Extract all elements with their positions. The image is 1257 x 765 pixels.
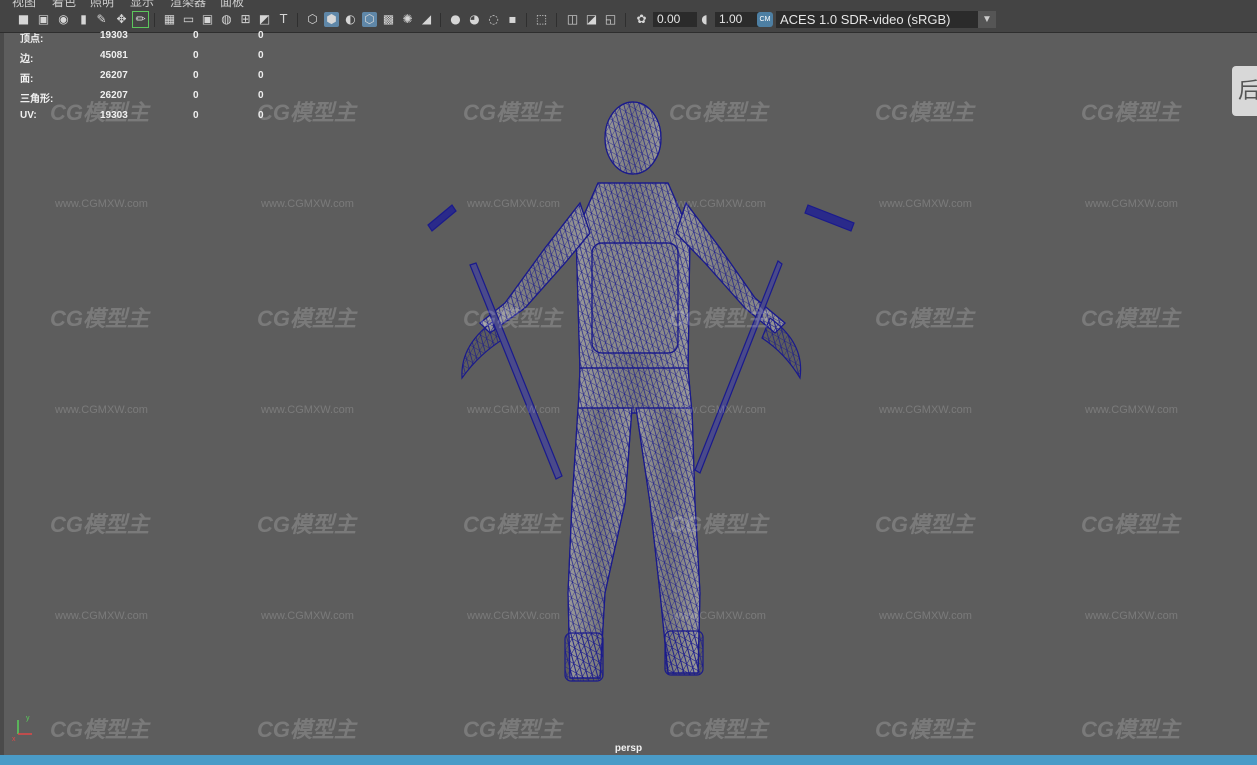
color-space-dropdown[interactable]: ACES 1.0 SDR-video (sRGB) ▼ bbox=[776, 11, 996, 28]
hud-value: 19303 bbox=[100, 30, 128, 41]
axis-y-label: y bbox=[26, 715, 30, 722]
safe-action-icon[interactable]: ◩ bbox=[257, 12, 272, 27]
camera-attributes-icon[interactable]: ◉ bbox=[56, 12, 71, 27]
hud-label: 顶点: bbox=[20, 34, 44, 45]
bookmark-icon[interactable]: ▮ bbox=[76, 12, 91, 27]
hud-label: UV: bbox=[20, 110, 37, 121]
isolate-select-icon[interactable]: ⬚ bbox=[534, 12, 549, 27]
wireframe-icon[interactable]: ⬡ bbox=[305, 12, 320, 27]
safe-title-icon[interactable]: T bbox=[276, 12, 291, 27]
hud-value: 0 bbox=[193, 70, 199, 81]
screen-space-ao-icon[interactable]: ● bbox=[448, 12, 463, 27]
hud-value: 26207 bbox=[100, 70, 128, 81]
use-all-lights-icon[interactable]: ✺ bbox=[400, 12, 415, 27]
view-cube-back[interactable]: 后 bbox=[1232, 66, 1257, 116]
menu-item-show[interactable]: 显示 bbox=[130, 0, 154, 8]
menu-item-renderer[interactable]: 渲染器 bbox=[170, 0, 206, 8]
flat-shade-icon[interactable]: ◐ bbox=[343, 12, 358, 27]
hud-value: 0 bbox=[258, 50, 264, 61]
menu-item-view[interactable]: 视图 bbox=[12, 0, 36, 8]
multisample-aa-icon[interactable]: ◌ bbox=[486, 12, 501, 27]
xray-icon[interactable]: ◫ bbox=[565, 12, 580, 27]
wireframe-on-shaded-icon[interactable]: ⬡ bbox=[362, 12, 377, 27]
hud-label: 三角形: bbox=[20, 94, 54, 105]
xray-active-icon[interactable]: ◱ bbox=[603, 12, 618, 27]
camera-attributes-icon[interactable]: ▣ bbox=[36, 12, 51, 27]
hud-value: 0 bbox=[258, 110, 264, 121]
hud-value: 0 bbox=[193, 50, 199, 61]
axis-gizmo: y x bbox=[12, 715, 32, 742]
motion-blur-icon[interactable]: ◕ bbox=[467, 12, 482, 27]
menu-bar: 视图 着色 照明 显示 渲染器 面板 bbox=[0, 0, 1257, 8]
xray-joints-icon[interactable]: ◪ bbox=[584, 12, 599, 27]
grease-pencil-icon[interactable]: ✏ bbox=[132, 11, 149, 28]
exposure-icon[interactable]: ✿ bbox=[634, 12, 649, 27]
depth-of-field-icon[interactable]: ▪ bbox=[505, 12, 520, 27]
character-model[interactable] bbox=[427, 101, 855, 682]
hud-value: 0 bbox=[193, 110, 199, 121]
hud-value: 19303 bbox=[100, 110, 128, 121]
hud-value: 0 bbox=[258, 90, 264, 101]
image-plane-icon[interactable]: ✎ bbox=[94, 12, 109, 27]
resolution-gate-icon[interactable]: ▣ bbox=[200, 12, 215, 27]
gate-mask-icon[interactable]: ◍ bbox=[219, 12, 234, 27]
color-management-icon[interactable]: CM bbox=[757, 12, 773, 27]
two-d-pan-icon[interactable]: ✥ bbox=[114, 12, 129, 27]
gamma-field[interactable]: 1.00 bbox=[715, 12, 759, 27]
hud-label: 面: bbox=[20, 74, 34, 85]
gamma-icon[interactable]: ◖ bbox=[697, 12, 712, 27]
hud-label: 边: bbox=[20, 54, 34, 65]
exposure-field[interactable]: 0.00 bbox=[653, 12, 697, 27]
axis-x-label: x bbox=[12, 736, 16, 742]
menu-item-panels[interactable]: 面板 bbox=[220, 0, 244, 8]
hud-value: 0 bbox=[193, 90, 199, 101]
hud-value: 0 bbox=[258, 70, 264, 81]
camera-icon[interactable]: ■ bbox=[16, 12, 31, 27]
chevron-down-icon[interactable]: ▼ bbox=[978, 11, 996, 28]
camera-label: persp bbox=[614, 743, 643, 754]
menu-item-lighting[interactable]: 照明 bbox=[90, 0, 114, 8]
grid-icon[interactable]: ▦ bbox=[162, 12, 177, 27]
viewport-toolbar: ■ ▣ ◉ ▮ ✎ ✥ ✏ ▦ ▭ ▣ ◍ ⊞ ◩ T ⬡ ⬢ ◐ ⬡ ▩ ✺ … bbox=[0, 8, 1257, 33]
hud-value: 26207 bbox=[100, 90, 128, 101]
hud-value: 0 bbox=[258, 30, 264, 41]
color-space-value: ACES 1.0 SDR-video (sRGB) bbox=[780, 12, 951, 27]
film-gate-icon[interactable]: ▭ bbox=[181, 12, 196, 27]
smooth-shade-icon[interactable]: ⬢ bbox=[324, 12, 339, 27]
status-bar bbox=[0, 755, 1257, 765]
textured-icon[interactable]: ▩ bbox=[381, 12, 396, 27]
viewport-canvas[interactable] bbox=[0, 33, 1257, 755]
shadows-icon[interactable]: ◢ bbox=[419, 12, 434, 27]
field-chart-icon[interactable]: ⊞ bbox=[238, 12, 253, 27]
hud-value: 45081 bbox=[100, 50, 128, 61]
hud-value: 0 bbox=[193, 30, 199, 41]
menu-item-shading[interactable]: 着色 bbox=[52, 0, 76, 8]
